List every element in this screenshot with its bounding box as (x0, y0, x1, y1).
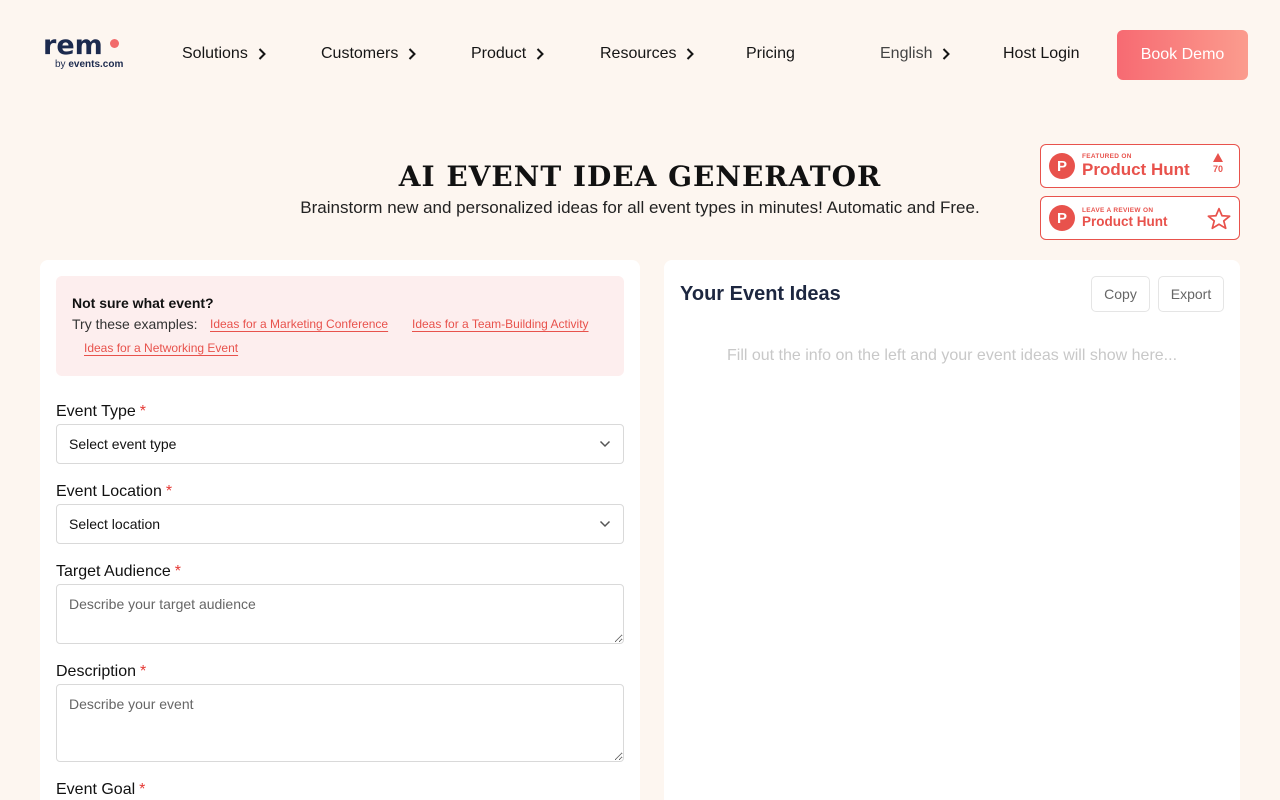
examples-title: Not sure what event? (72, 295, 214, 311)
event-ideas-panel: Your Event Ideas Copy Export Fill out th… (664, 260, 1240, 800)
language-label: English (880, 45, 933, 62)
nav-item-label: Pricing (746, 45, 795, 62)
required-asterisk: * (140, 663, 147, 680)
chevron-right-icon (943, 48, 951, 60)
top-navigation: rem by events.com Solutions Customers Pr… (0, 0, 1280, 108)
examples-box: Not sure what event? Try these examples:… (56, 276, 624, 376)
upvote-triangle-icon (1212, 153, 1223, 162)
copy-button[interactable]: Copy (1091, 276, 1150, 312)
badge-text: LEAVE A REVIEW ON Product Hunt (1082, 207, 1168, 230)
nav-item-solutions[interactable]: Solutions (182, 43, 266, 65)
product-hunt-logo-icon: P (1049, 205, 1075, 231)
host-login-link[interactable]: Host Login (1003, 43, 1080, 65)
upvote-count: 70 (1212, 153, 1223, 174)
select-value: Select location (69, 516, 161, 532)
event-ideas-title: Your Event Ideas (680, 283, 841, 305)
chevron-right-icon (687, 48, 695, 60)
product-hunt-featured-badge[interactable]: P FEATURED ON Product Hunt 70 (1040, 144, 1240, 188)
required-asterisk: * (139, 781, 146, 798)
chevron-right-icon (409, 48, 417, 60)
nav-item-pricing[interactable]: Pricing (746, 43, 795, 65)
examples-try-label: Try these examples: (72, 316, 198, 332)
chevron-down-icon (599, 520, 611, 528)
star-outline-icon (1207, 207, 1231, 230)
logo-tagline: by events.com (55, 59, 124, 70)
export-button[interactable]: Export (1158, 276, 1224, 312)
label-text: Description (56, 663, 137, 680)
nav-item-label: Customers (321, 45, 399, 62)
chevron-down-icon (599, 440, 611, 448)
badge-caption: FEATURED ON (1082, 153, 1132, 160)
host-login-label: Host Login (1003, 45, 1080, 62)
event-location-select[interactable]: Select location (56, 504, 624, 544)
badge-text: FEATURED ON Product Hunt (1082, 153, 1190, 179)
nav-item-label: Resources (600, 45, 677, 62)
label-text: Event Goal (56, 781, 136, 798)
target-audience-label: Target Audience * (56, 563, 181, 581)
example-link-networking-event[interactable]: Ideas for a Networking Event (84, 341, 238, 355)
empty-state-message: Fill out the info on the left and your e… (726, 347, 1178, 364)
nav-item-label: Product (471, 45, 527, 62)
target-audience-input[interactable] (56, 584, 624, 644)
example-link-team-building[interactable]: Ideas for a Team-Building Activity (412, 317, 589, 331)
nav-item-resources[interactable]: Resources (600, 43, 695, 65)
nav-item-label: Solutions (182, 45, 248, 62)
badge-caption: LEAVE A REVIEW ON (1082, 206, 1154, 214)
event-location-label: Event Location * (56, 483, 172, 501)
label-text: Event Location (56, 483, 162, 500)
description-label: Description * (56, 663, 146, 681)
product-hunt-logo-icon: P (1049, 153, 1075, 179)
label-text: Event Type (56, 403, 136, 420)
chevron-right-icon (536, 48, 545, 60)
event-goal-label: Event Goal * (56, 781, 145, 799)
description-input[interactable] (56, 684, 624, 762)
event-type-select[interactable]: Select event type (56, 424, 624, 464)
required-asterisk: * (165, 483, 173, 500)
logo-dot (110, 39, 119, 48)
product-hunt-review-badge[interactable]: P LEAVE A REVIEW ON Product Hunt (1040, 196, 1240, 240)
logo-wordmark: rem (43, 30, 103, 61)
remo-logo[interactable]: rem by events.com (43, 30, 124, 72)
nav-item-product[interactable]: Product (471, 43, 545, 65)
event-type-label: Event Type * (56, 403, 146, 421)
nav-item-customers[interactable]: Customers (321, 43, 417, 65)
chevron-right-icon (258, 48, 266, 60)
required-asterisk: * (139, 403, 146, 420)
badge-brand: Product Hunt (1082, 160, 1190, 179)
vote-count: 70 (1212, 164, 1223, 174)
label-text: Target Audience (56, 563, 171, 580)
language-selector[interactable]: English (880, 43, 951, 65)
book-demo-button[interactable]: Book Demo (1117, 30, 1248, 80)
event-form-panel: Not sure what event? Try these examples:… (40, 260, 640, 800)
select-value: Select event type (69, 436, 177, 452)
required-asterisk: * (174, 563, 181, 580)
badge-brand: Product Hunt (1082, 213, 1168, 229)
example-link-marketing-conference[interactable]: Ideas for a Marketing Conference (210, 317, 388, 331)
